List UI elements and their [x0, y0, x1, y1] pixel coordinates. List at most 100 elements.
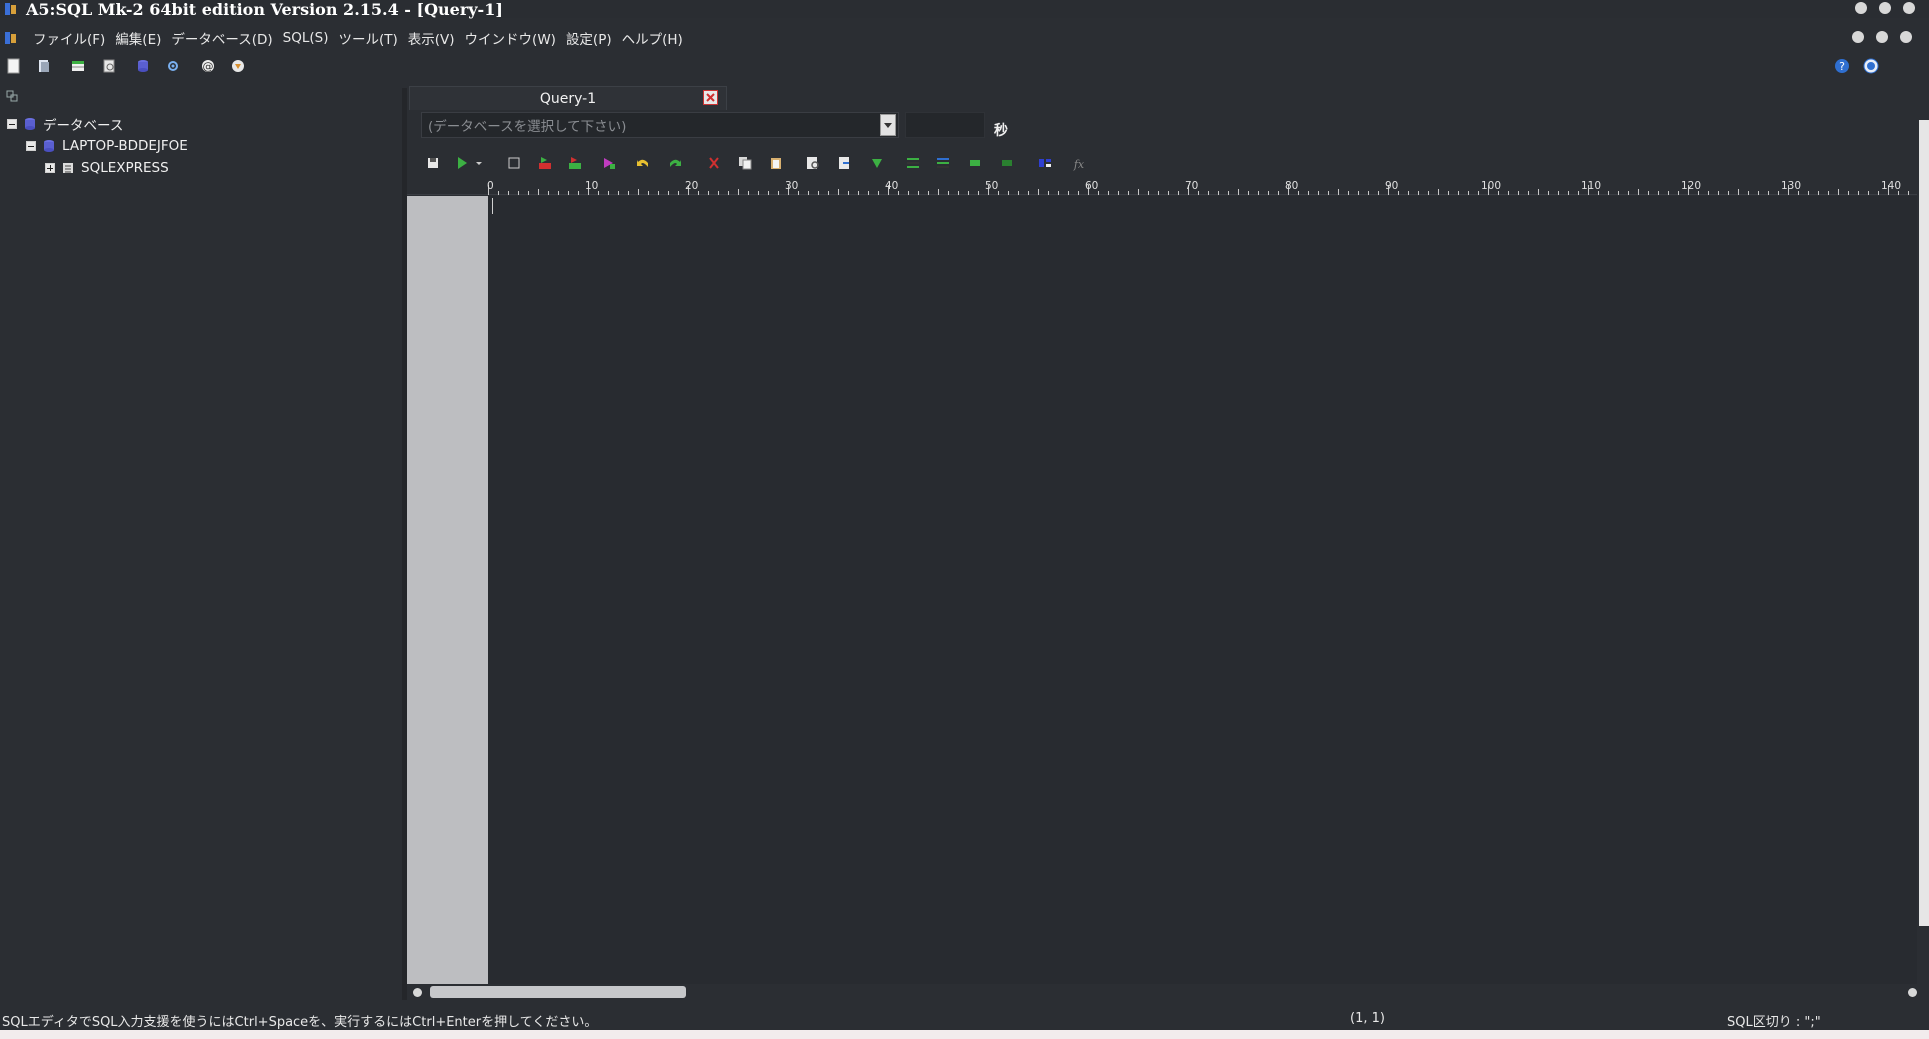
ruler-label: 100: [1481, 180, 1502, 192]
save-icon[interactable]: [425, 155, 441, 171]
find-icon[interactable]: [805, 155, 821, 171]
line-number-gutter: [407, 196, 488, 984]
replace-icon[interactable]: [837, 155, 853, 171]
maximize-button[interactable]: [1879, 2, 1891, 14]
explain-plan-icon[interactable]: [601, 155, 617, 171]
app-logo-icon: [5, 3, 16, 15]
cut-icon[interactable]: [706, 155, 722, 171]
sql-editor[interactable]: [488, 196, 1917, 984]
menu-settings[interactable]: 設定(P): [561, 28, 617, 48]
server-database-icon: [44, 140, 54, 152]
outdent-icon[interactable]: [935, 155, 951, 171]
menu-sql[interactable]: SQL(S): [278, 30, 334, 46]
ruler-label: 130: [1781, 180, 1802, 192]
window-title: A5:SQL Mk-2 64bit edition Version 2.15.4…: [26, 0, 503, 19]
ruler-label: 60: [1085, 180, 1099, 192]
new-file-icon[interactable]: [6, 58, 22, 74]
editor-toolbar: fx: [407, 150, 1917, 174]
status-bar: SQLエディタでSQL入力支援を使うにはCtrl+Spaceを、実行するにはCt…: [0, 1006, 1929, 1030]
title-bar: A5:SQL Mk-2 64bit edition Version 2.15.4…: [0, 0, 1929, 19]
menu-bar: ファイル(F) 編集(E) データベース(D) SQL(S) ツール(T) 表示…: [0, 27, 1929, 49]
uncomment-icon[interactable]: [999, 155, 1015, 171]
mdi-restore-button[interactable]: [1876, 31, 1888, 43]
query-editor-area: Query-1 (データベースを選択して下さい) 秒 fx 0 10 20 30…: [407, 84, 1917, 1000]
globe-icon[interactable]: [1863, 58, 1879, 74]
tab-label: Query-1: [539, 90, 597, 107]
scrollbar-thumb[interactable]: [430, 986, 686, 998]
table-icon[interactable]: [70, 58, 86, 74]
menu-window[interactable]: ウインドウ(W): [460, 28, 561, 48]
timeout-input[interactable]: [905, 112, 985, 138]
ruler-label: 110: [1581, 180, 1602, 192]
chevron-down-icon: [884, 123, 892, 128]
comment-icon[interactable]: [967, 155, 983, 171]
scroll-left-button[interactable]: [413, 988, 422, 997]
dropdown-button[interactable]: [880, 114, 896, 136]
vertical-scrollbar[interactable]: [1919, 120, 1929, 926]
svg-text:@: @: [203, 60, 214, 73]
undo-icon[interactable]: [635, 155, 651, 171]
database-group-icon: [25, 118, 35, 130]
database-select[interactable]: (データベースを選択して下さい): [421, 112, 899, 138]
ruler-label: 0: [487, 180, 494, 192]
menu-tools[interactable]: ツール(T): [333, 28, 402, 48]
ruler-label: 70: [1185, 180, 1199, 192]
scroll-right-button[interactable]: [1908, 988, 1917, 997]
at-mail-icon[interactable]: @: [200, 58, 216, 74]
indent-icon[interactable]: [905, 155, 921, 171]
collapse-toggle[interactable]: [7, 119, 17, 129]
open-file-icon[interactable]: [36, 58, 52, 74]
expand-toggle[interactable]: [45, 163, 55, 173]
close-icon: [706, 93, 715, 102]
copy-icon[interactable]: [737, 155, 753, 171]
ruler-label: 30: [785, 180, 799, 192]
cursor-position: (1, 1): [1350, 1011, 1385, 1026]
minimize-button[interactable]: [1855, 2, 1867, 14]
mdi-minimize-button[interactable]: [1852, 31, 1864, 43]
menu-edit[interactable]: 編集(E): [110, 28, 166, 48]
run-dropdown-icon[interactable]: [471, 155, 487, 171]
ruler-label: 20: [685, 180, 699, 192]
tree-label: SQLEXPRESS: [81, 160, 169, 176]
database-icon[interactable]: [135, 58, 151, 74]
database-select-placeholder: (データベースを選択して下さい): [428, 119, 627, 135]
tree-label: LAPTOP-BDDEJFOE: [62, 138, 188, 154]
tree-node-server[interactable]: LAPTOP-BDDEJFOE: [26, 136, 188, 156]
stop-icon[interactable]: [506, 155, 522, 171]
menu-help[interactable]: ヘルプ(H): [617, 28, 688, 48]
sql-file-icon[interactable]: [101, 58, 117, 74]
text-caret: [492, 198, 493, 214]
horizontal-scrollbar[interactable]: [407, 984, 1917, 1000]
close-button[interactable]: [1903, 2, 1915, 14]
main-toolbar: @ ?: [0, 54, 1929, 78]
collapse-toggle[interactable]: [26, 141, 36, 151]
run-selection-icon[interactable]: [567, 155, 583, 171]
tab-query-1[interactable]: Query-1: [409, 86, 727, 110]
tree-label: データベース: [43, 118, 124, 134]
tab-close-button[interactable]: [703, 90, 718, 105]
menu-file[interactable]: ファイル(F): [28, 28, 110, 48]
tree-node-instance[interactable]: SQLEXPRESS: [45, 158, 169, 178]
format-sql-icon[interactable]: [869, 155, 885, 171]
run-icon[interactable]: [455, 155, 471, 171]
vertical-scrollbar-top: [1919, 84, 1929, 120]
redo-icon[interactable]: [667, 155, 683, 171]
er-diagram-icon[interactable]: [165, 58, 181, 74]
tree-node-databases[interactable]: データベース: [7, 114, 123, 134]
tab-strip: Query-1: [407, 84, 1917, 110]
document-icon[interactable]: [4, 31, 18, 45]
menu-view[interactable]: 表示(V): [403, 28, 460, 48]
ruler-label: 120: [1681, 180, 1702, 192]
run-all-icon[interactable]: [537, 155, 553, 171]
mdi-close-button[interactable]: [1900, 31, 1912, 43]
plugin-icon[interactable]: [230, 58, 246, 74]
ruler-label: 140: [1881, 180, 1902, 192]
function-icon[interactable]: fx: [1071, 155, 1087, 171]
status-message: SQLエディタでSQL入力支援を使うにはCtrl+Spaceを、実行するにはCt…: [2, 1015, 598, 1030]
bookmark-icon[interactable]: [1037, 155, 1053, 171]
menu-database[interactable]: データベース(D): [166, 28, 277, 48]
panel-pin-icon[interactable]: [6, 90, 18, 102]
paste-icon[interactable]: [768, 155, 784, 171]
database-explorer-panel: データベース LAPTOP-BDDEJFOE SQLEXPRESS: [0, 88, 402, 1000]
help-icon[interactable]: ?: [1834, 58, 1850, 74]
